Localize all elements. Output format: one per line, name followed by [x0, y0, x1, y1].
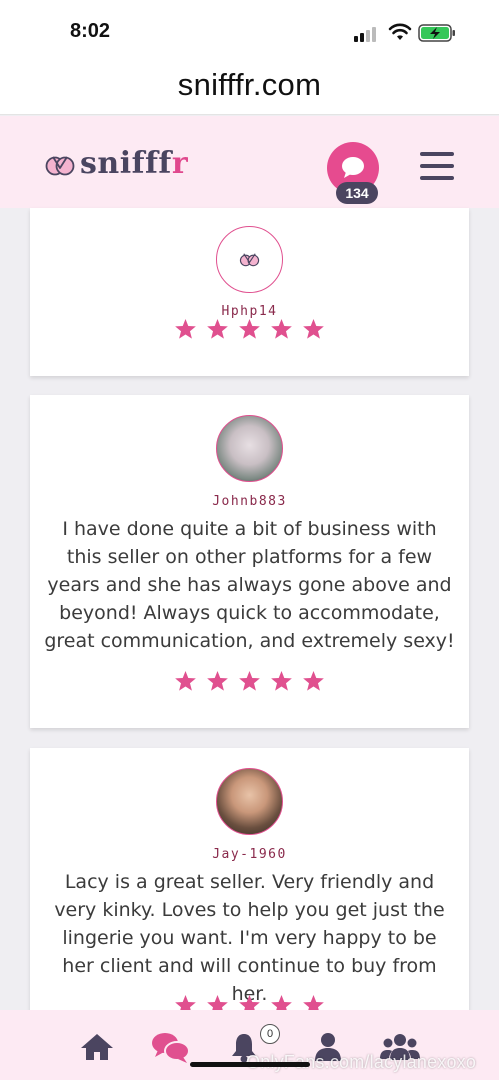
- home-icon[interactable]: [80, 1032, 114, 1062]
- star-icon: [175, 318, 196, 339]
- star-icon: [303, 318, 324, 339]
- browser-address-bar[interactable]: snifffr.com: [0, 58, 499, 115]
- address-text: snifffr.com: [177, 67, 322, 102]
- reviewer-avatar[interactable]: [216, 226, 283, 293]
- status-time: 8:02: [70, 20, 111, 42]
- status-bar: 8:02: [0, 0, 499, 58]
- chat-bubble-icon: [342, 157, 364, 178]
- site-logo[interactable]: snifffr: [44, 146, 188, 181]
- reviewer-username[interactable]: Jay-1960: [30, 847, 469, 862]
- site-header: snifffr: [0, 116, 499, 208]
- review-text: I have done quite a bit of business with…: [44, 518, 455, 652]
- reviewer-username[interactable]: Hphp14: [30, 304, 469, 319]
- review-card: Johnb883 I have done quite a bit of busi…: [30, 395, 469, 728]
- review-card: Jay-1960 Lacy is a great seller. Very fr…: [30, 748, 469, 1028]
- star-icon: [271, 670, 292, 691]
- star-icon: [271, 318, 292, 339]
- messages-icon[interactable]: [150, 1030, 192, 1066]
- reviewer-username[interactable]: Johnb883: [30, 494, 469, 509]
- reviewer-avatar[interactable]: [216, 768, 283, 835]
- star-icon: [239, 318, 260, 339]
- star-icon: [207, 318, 228, 339]
- default-avatar-logo-icon: [239, 253, 259, 267]
- hamburger-menu-button[interactable]: [420, 152, 454, 180]
- star-icon: [303, 670, 324, 691]
- wifi-icon: [388, 23, 412, 40]
- star-rating: [30, 670, 469, 692]
- home-indicator[interactable]: [190, 1062, 310, 1067]
- logo-mark-icon: [45, 156, 75, 175]
- reviewer-avatar[interactable]: [216, 415, 283, 482]
- review-card: Hphp14: [30, 208, 469, 376]
- star-rating: [30, 318, 469, 340]
- star-icon: [175, 670, 196, 691]
- cellular-signal-icon: [354, 26, 378, 42]
- message-count-badge: 134: [336, 182, 378, 204]
- star-icon: [207, 670, 228, 691]
- logo-text: snifffr: [80, 146, 189, 181]
- battery-charging-icon: [418, 24, 455, 42]
- notification-count-badge: 0: [260, 1024, 280, 1044]
- star-icon: [239, 670, 260, 691]
- review-text: Lacy is a great seller. Very friendly an…: [54, 871, 445, 1005]
